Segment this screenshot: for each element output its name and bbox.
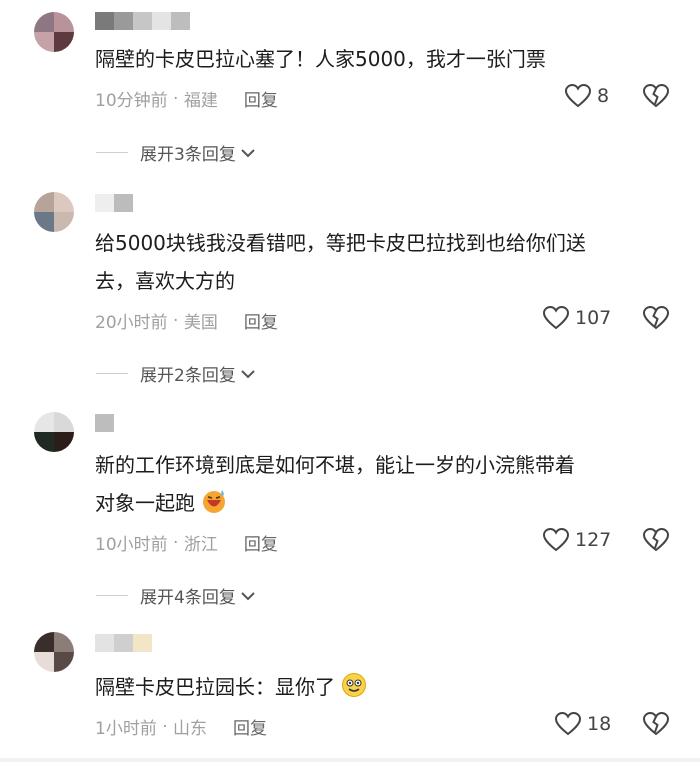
- comment-text-line-1: 新的工作环境到底是如何不堪，能让一岁的小浣熊带着: [95, 453, 575, 477]
- comment-time: 10分钟前: [95, 91, 168, 111]
- like-button[interactable]: 8: [565, 84, 609, 108]
- chevron-down-icon: [241, 591, 255, 600]
- expand-label: 展开4条回复: [140, 588, 236, 608]
- chevron-down-icon: [241, 369, 255, 378]
- comment-time: 10小时前: [95, 535, 168, 555]
- broken-heart-icon: [642, 711, 670, 736]
- heart-icon: [543, 306, 569, 330]
- username-redacted[interactable]: [95, 194, 133, 212]
- expand-divider: [96, 595, 128, 596]
- heart-icon: [555, 712, 581, 736]
- like-count: 107: [575, 307, 612, 329]
- chevron-down-icon: [241, 148, 255, 157]
- comment-text-line-2: 去，喜欢大方的: [95, 269, 235, 293]
- broken-heart-icon: [642, 527, 670, 552]
- comment-text-content: 隔壁卡皮巴拉园长：显你了: [95, 675, 335, 699]
- comment-meta: 10分钟前 · 福建 回复: [95, 86, 278, 112]
- dislike-button[interactable]: [642, 527, 670, 556]
- comment-location: 山东: [173, 719, 208, 739]
- like-count: 127: [575, 529, 612, 551]
- comment-meta: 1小时前 · 山东 回复: [95, 714, 267, 740]
- comment-location: 浙江: [183, 535, 218, 555]
- comment-location: 美国: [183, 313, 218, 333]
- expand-replies[interactable]: 展开3条回复: [96, 140, 256, 165]
- expand-label: 展开2条回复: [140, 366, 236, 386]
- expand-label: 展开3条回复: [140, 145, 236, 165]
- expand-replies[interactable]: 展开4条回复: [96, 583, 256, 608]
- comment-text: 隔壁的卡皮巴拉心塞了！人家5000，我才一张门票: [95, 47, 546, 71]
- reply-button[interactable]: 回复: [244, 530, 278, 555]
- username-redacted[interactable]: [95, 634, 152, 652]
- dislike-button[interactable]: [642, 305, 670, 334]
- reply-button[interactable]: 回复: [244, 308, 278, 333]
- comment-text: 隔壁卡皮巴拉园长：显你了: [95, 668, 675, 706]
- avatar[interactable]: [34, 632, 74, 672]
- dislike-button[interactable]: [642, 711, 670, 740]
- avatar[interactable]: [34, 192, 74, 232]
- broken-heart-icon: [642, 305, 670, 330]
- expand-divider: [96, 152, 128, 153]
- heart-icon: [543, 528, 569, 552]
- like-button[interactable]: 18: [555, 712, 611, 736]
- comment-time: 1小时前: [95, 719, 157, 739]
- reply-button[interactable]: 回复: [233, 714, 267, 739]
- comment-text-line-2-text: 对象一起跑: [95, 491, 195, 515]
- avatar[interactable]: [34, 412, 74, 452]
- username-redacted[interactable]: [95, 12, 190, 30]
- like-count: 18: [587, 713, 612, 735]
- broken-heart-icon: [642, 83, 670, 108]
- like-button[interactable]: 107: [543, 306, 611, 330]
- comment-time: 20小时前: [95, 313, 168, 333]
- dislike-button[interactable]: [642, 83, 670, 112]
- sweating-laughing-emoji-icon: [203, 490, 226, 513]
- like-button[interactable]: 127: [543, 528, 611, 552]
- comment-text-line-2: 对象一起跑: [95, 484, 675, 522]
- like-count: 8: [597, 85, 610, 107]
- reply-button[interactable]: 回复: [244, 86, 278, 111]
- expand-divider: [96, 373, 128, 374]
- smiling-emoji-icon: [342, 673, 367, 697]
- comment-text-line-1: 给5000块钱我没看错吧，等把卡皮巴拉找到也给你们送: [95, 231, 586, 255]
- heart-icon: [565, 84, 591, 108]
- comment-location: 福建: [183, 91, 218, 111]
- avatar[interactable]: [34, 12, 74, 52]
- bottom-divider: [0, 758, 700, 762]
- username-redacted[interactable]: [95, 414, 114, 432]
- comment-meta: 20小时前 · 美国 回复: [95, 308, 278, 334]
- expand-replies[interactable]: 展开2条回复: [96, 361, 256, 386]
- comment-meta: 10小时前 · 浙江 回复: [95, 530, 278, 556]
